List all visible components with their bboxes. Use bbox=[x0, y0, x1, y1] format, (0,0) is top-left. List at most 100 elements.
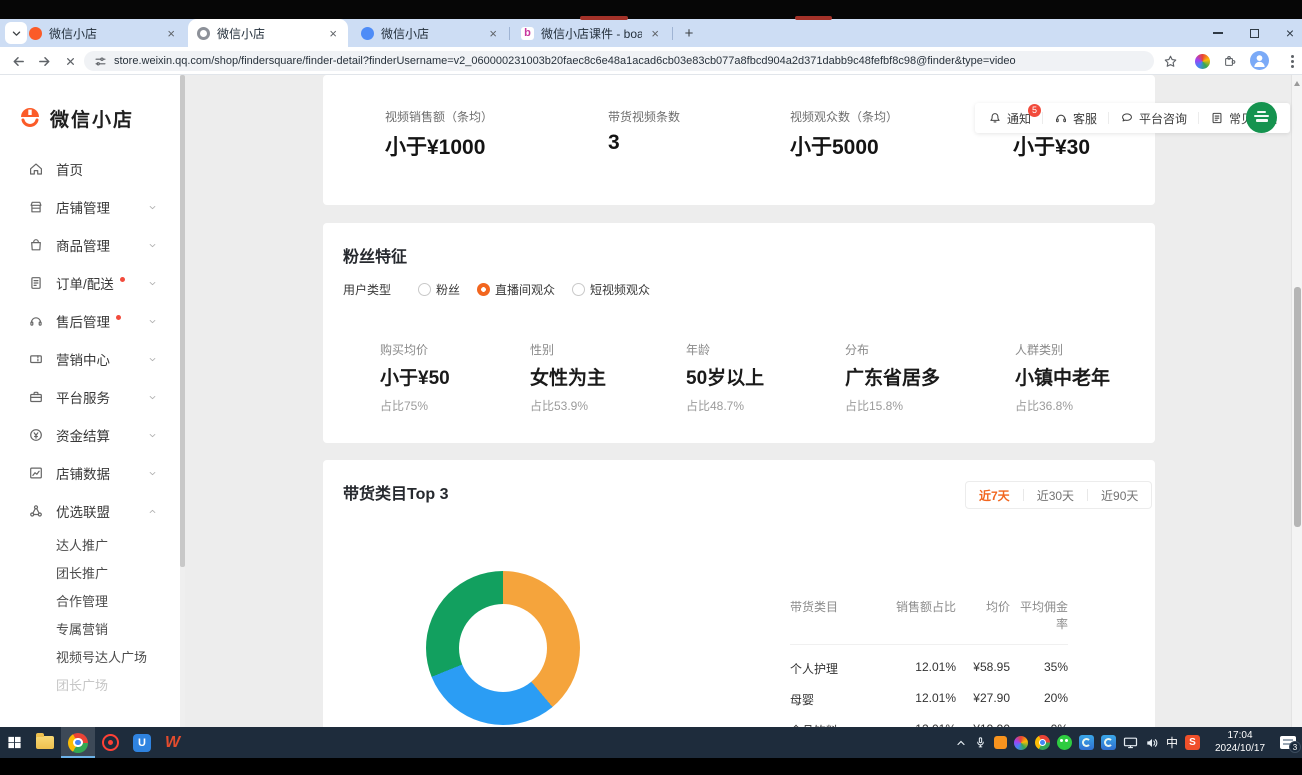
microphone-icon[interactable] bbox=[974, 736, 987, 749]
start-button[interactable] bbox=[0, 727, 29, 758]
toolbar-item-2[interactable]: 平台咨询 bbox=[1109, 110, 1198, 127]
mascot-app-icon[interactable] bbox=[994, 736, 1007, 749]
sidebar-item-label: 店铺管理 bbox=[56, 197, 110, 217]
window-maximize-button[interactable] bbox=[1238, 19, 1270, 47]
u-app-icon[interactable]: U bbox=[133, 734, 151, 752]
scrollbar-up-arrow-icon[interactable] bbox=[1294, 81, 1300, 86]
overview-stat-2: 视频观众数（条均）小于5000 bbox=[790, 108, 898, 161]
sidebar-item-5[interactable]: 营销中心 bbox=[0, 340, 180, 378]
radio-label: 短视频观众 bbox=[590, 281, 650, 298]
user-type-option-1[interactable]: 直播间观众 bbox=[477, 281, 555, 298]
wechat-icon[interactable] bbox=[1057, 735, 1072, 750]
stat-value: 3 bbox=[608, 131, 680, 155]
browser-tab-3[interactable]: b微信小店课件 - boardmix× bbox=[512, 19, 670, 47]
address-bar[interactable]: store.weixin.qq.com/shop/findersquare/fi… bbox=[84, 51, 1154, 71]
section-title-category: 带货类目Top 3 bbox=[343, 480, 448, 504]
stop-loading-icon[interactable] bbox=[60, 51, 80, 71]
chrome-taskbar-icon[interactable] bbox=[61, 727, 95, 758]
sidebar-item-3[interactable]: 订单/配送 bbox=[0, 264, 180, 302]
table-header-cell: 平均佣金率 bbox=[1010, 598, 1068, 632]
sidebar-scrollbar-thumb[interactable] bbox=[180, 75, 185, 567]
bottom-black-bar bbox=[0, 758, 1302, 775]
back-icon[interactable] bbox=[8, 51, 28, 71]
section-title-fans: 粉丝特征 bbox=[343, 243, 407, 267]
tab-title: 微信小店 bbox=[49, 25, 158, 42]
blue-app-icon[interactable] bbox=[1079, 735, 1094, 750]
sidebar-subitem-4[interactable]: 视频号达人广场 bbox=[0, 642, 180, 670]
sidebar-subitem-0[interactable]: 达人推广 bbox=[0, 530, 180, 558]
toolbar-item-1[interactable]: 客服 bbox=[1043, 110, 1108, 127]
sidebar-item-label: 订单/配送 bbox=[56, 273, 114, 293]
home-icon bbox=[28, 161, 44, 177]
filter-1[interactable]: 近30天 bbox=[1024, 487, 1087, 504]
sidebar-item-4[interactable]: 售后管理 bbox=[0, 302, 180, 340]
network-icon[interactable] bbox=[1123, 735, 1138, 750]
sidebar-subitem-5[interactable]: 团长广场 bbox=[0, 670, 180, 698]
table-row[interactable]: 个人护理12.01%¥58.9535% bbox=[790, 660, 1068, 677]
colorful-app-icon[interactable] bbox=[1014, 736, 1028, 750]
sidebar-subitem-2[interactable]: 合作管理 bbox=[0, 586, 180, 614]
user-type-option-2[interactable]: 短视频观众 bbox=[572, 281, 650, 298]
browser-toolbar: store.weixin.qq.com/shop/findersquare/fi… bbox=[0, 47, 1302, 75]
forward-icon[interactable] bbox=[34, 51, 54, 71]
ime-indicator[interactable]: 中 bbox=[1166, 734, 1178, 751]
page-scrollbar[interactable] bbox=[1291, 75, 1302, 727]
fan-stat-2: 年龄50岁以上占比48.7% bbox=[686, 341, 764, 414]
profile-avatar[interactable] bbox=[1250, 51, 1269, 70]
sidebar-scrollbar[interactable] bbox=[180, 75, 185, 727]
site-info-icon[interactable] bbox=[94, 55, 107, 68]
tab-close-icon[interactable]: × bbox=[487, 27, 499, 40]
tab-close-icon[interactable]: × bbox=[165, 27, 177, 40]
browser-menu-icon[interactable] bbox=[1282, 51, 1302, 71]
wps-icon[interactable]: W bbox=[158, 727, 187, 758]
fan-stat-label: 性别 bbox=[530, 341, 606, 358]
sidebar-subitem-3[interactable]: 专属营销 bbox=[0, 614, 180, 642]
blue-app-icon[interactable] bbox=[1101, 735, 1116, 750]
sidebar-item-1[interactable]: 店铺管理 bbox=[0, 188, 180, 226]
fan-stat-label: 分布 bbox=[845, 341, 940, 358]
chevron-up-icon bbox=[144, 503, 160, 519]
window-minimize-button[interactable] bbox=[1202, 19, 1234, 47]
sidebar-item-label: 售后管理 bbox=[56, 311, 110, 331]
volume-icon[interactable] bbox=[1145, 736, 1159, 750]
browser-tab-1[interactable]: 微信小店× bbox=[188, 19, 348, 47]
sidebar-item-7[interactable]: 资金结算 bbox=[0, 416, 180, 454]
sidebar-item-6[interactable]: 平台服务 bbox=[0, 378, 180, 416]
browser-tab-2[interactable]: 微信小店× bbox=[352, 19, 508, 47]
taskbar-clock[interactable]: 17:04 2024/10/17 bbox=[1211, 730, 1269, 755]
fan-stat-sub: 占比48.7% bbox=[686, 397, 764, 414]
toolbar-item-0[interactable]: 通知5 bbox=[977, 110, 1042, 127]
url-text: store.weixin.qq.com/shop/findersquare/fi… bbox=[114, 55, 1016, 67]
tab-close-icon[interactable]: × bbox=[327, 27, 339, 40]
sidebar-item-label: 首页 bbox=[56, 159, 83, 179]
browser-tab-0[interactable]: 微信小店 × bbox=[20, 19, 186, 47]
sidebar-subitem-1[interactable]: 团长推广 bbox=[0, 558, 180, 586]
extensions-puzzle-icon[interactable] bbox=[1220, 51, 1240, 71]
chat-icon bbox=[1120, 111, 1134, 125]
sidebar-item-2[interactable]: 商品管理 bbox=[0, 226, 180, 264]
screen-recorder-icon[interactable] bbox=[95, 727, 126, 758]
user-type-option-0[interactable]: 粉丝 bbox=[418, 281, 460, 298]
sidebar-item-9[interactable]: 优选联盟 bbox=[0, 492, 180, 530]
window-close-button[interactable]: × bbox=[1274, 19, 1302, 47]
tray-expand-icon[interactable] bbox=[955, 737, 967, 749]
tab-close-icon[interactable]: × bbox=[649, 27, 661, 40]
live-helper-badge[interactable] bbox=[1246, 102, 1277, 133]
sidebar-item-0[interactable]: 首页 bbox=[0, 150, 180, 188]
notification-center-icon[interactable]: 3 bbox=[1280, 736, 1296, 749]
chrome-tray-icon[interactable] bbox=[1035, 735, 1050, 750]
file-explorer-icon[interactable] bbox=[29, 727, 61, 758]
filter-0[interactable]: 近7天 bbox=[966, 487, 1023, 504]
filter-2[interactable]: 近90天 bbox=[1088, 487, 1151, 504]
radio-icon bbox=[477, 283, 490, 296]
bookmark-star-icon[interactable] bbox=[1160, 51, 1180, 71]
new-tab-button[interactable]: + bbox=[678, 22, 700, 44]
sidebar-item-8[interactable]: 店铺数据 bbox=[0, 454, 180, 492]
blue-dot-favicon bbox=[361, 27, 374, 40]
table-row[interactable]: 母婴12.01%¥27.9020% bbox=[790, 691, 1068, 708]
page-scrollbar-thumb[interactable] bbox=[1294, 287, 1301, 527]
extension-colorful-icon[interactable] bbox=[1192, 51, 1212, 71]
sogou-icon[interactable]: S bbox=[1185, 735, 1200, 750]
system-tray: 中 S 17:04 2024/10/17 3 bbox=[955, 727, 1302, 758]
chevron-down-icon bbox=[144, 313, 160, 329]
